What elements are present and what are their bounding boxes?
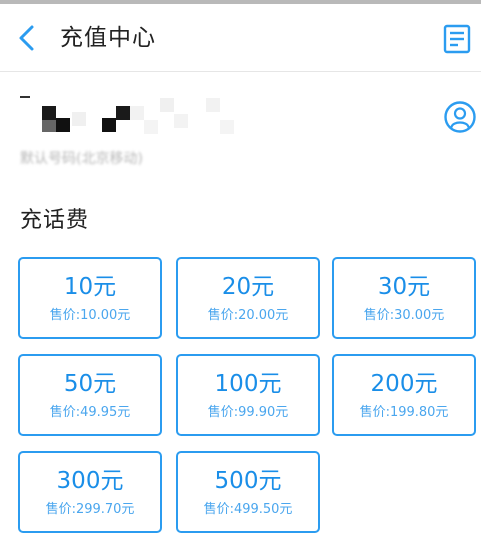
section-title-recharge: 充话费 [20, 208, 90, 233]
phone-number-redacted[interactable] [20, 92, 260, 136]
recharge-option[interactable]: 300元 售价:299.70元 [18, 451, 162, 533]
option-price: 售价:299.70元 [45, 502, 135, 517]
account-section: 默认号码(北京移动) [0, 72, 481, 182]
recharge-option[interactable]: 200元 售价:199.80元 [332, 354, 476, 436]
option-price: 售价:199.80元 [359, 405, 449, 420]
app-header: 充值中心 [0, 4, 481, 72]
option-amount: 30元 [377, 274, 431, 300]
user-circle-icon[interactable] [444, 101, 476, 133]
chevron-left-icon[interactable] [16, 24, 38, 52]
default-number-label: 默认号码(北京移动) [20, 151, 143, 167]
recharge-option[interactable]: 10元 售价:10.00元 [18, 257, 162, 339]
option-amount: 50元 [63, 371, 117, 397]
option-amount: 10元 [63, 274, 117, 300]
recharge-option[interactable]: 50元 售价:49.95元 [18, 354, 162, 436]
option-price: 售价:499.50元 [203, 502, 293, 517]
option-price: 售价:49.95元 [49, 405, 131, 420]
recharge-option[interactable]: 100元 售价:99.90元 [176, 354, 320, 436]
option-amount: 300元 [56, 468, 124, 494]
recharge-option[interactable]: 30元 售价:30.00元 [332, 257, 476, 339]
document-list-icon[interactable] [443, 24, 471, 54]
option-amount: 500元 [214, 468, 282, 494]
option-amount: 20元 [221, 274, 275, 300]
option-price: 售价:99.90元 [207, 405, 289, 420]
recharge-option[interactable]: 20元 售价:20.00元 [176, 257, 320, 339]
recharge-option[interactable]: 500元 售价:499.50元 [176, 451, 320, 533]
option-price: 售价:10.00元 [49, 308, 131, 323]
option-amount: 100元 [214, 371, 282, 397]
option-amount: 200元 [370, 371, 438, 397]
option-price: 售价:20.00元 [207, 308, 289, 323]
option-price: 售价:30.00元 [363, 308, 445, 323]
page-title: 充值中心 [60, 25, 156, 51]
